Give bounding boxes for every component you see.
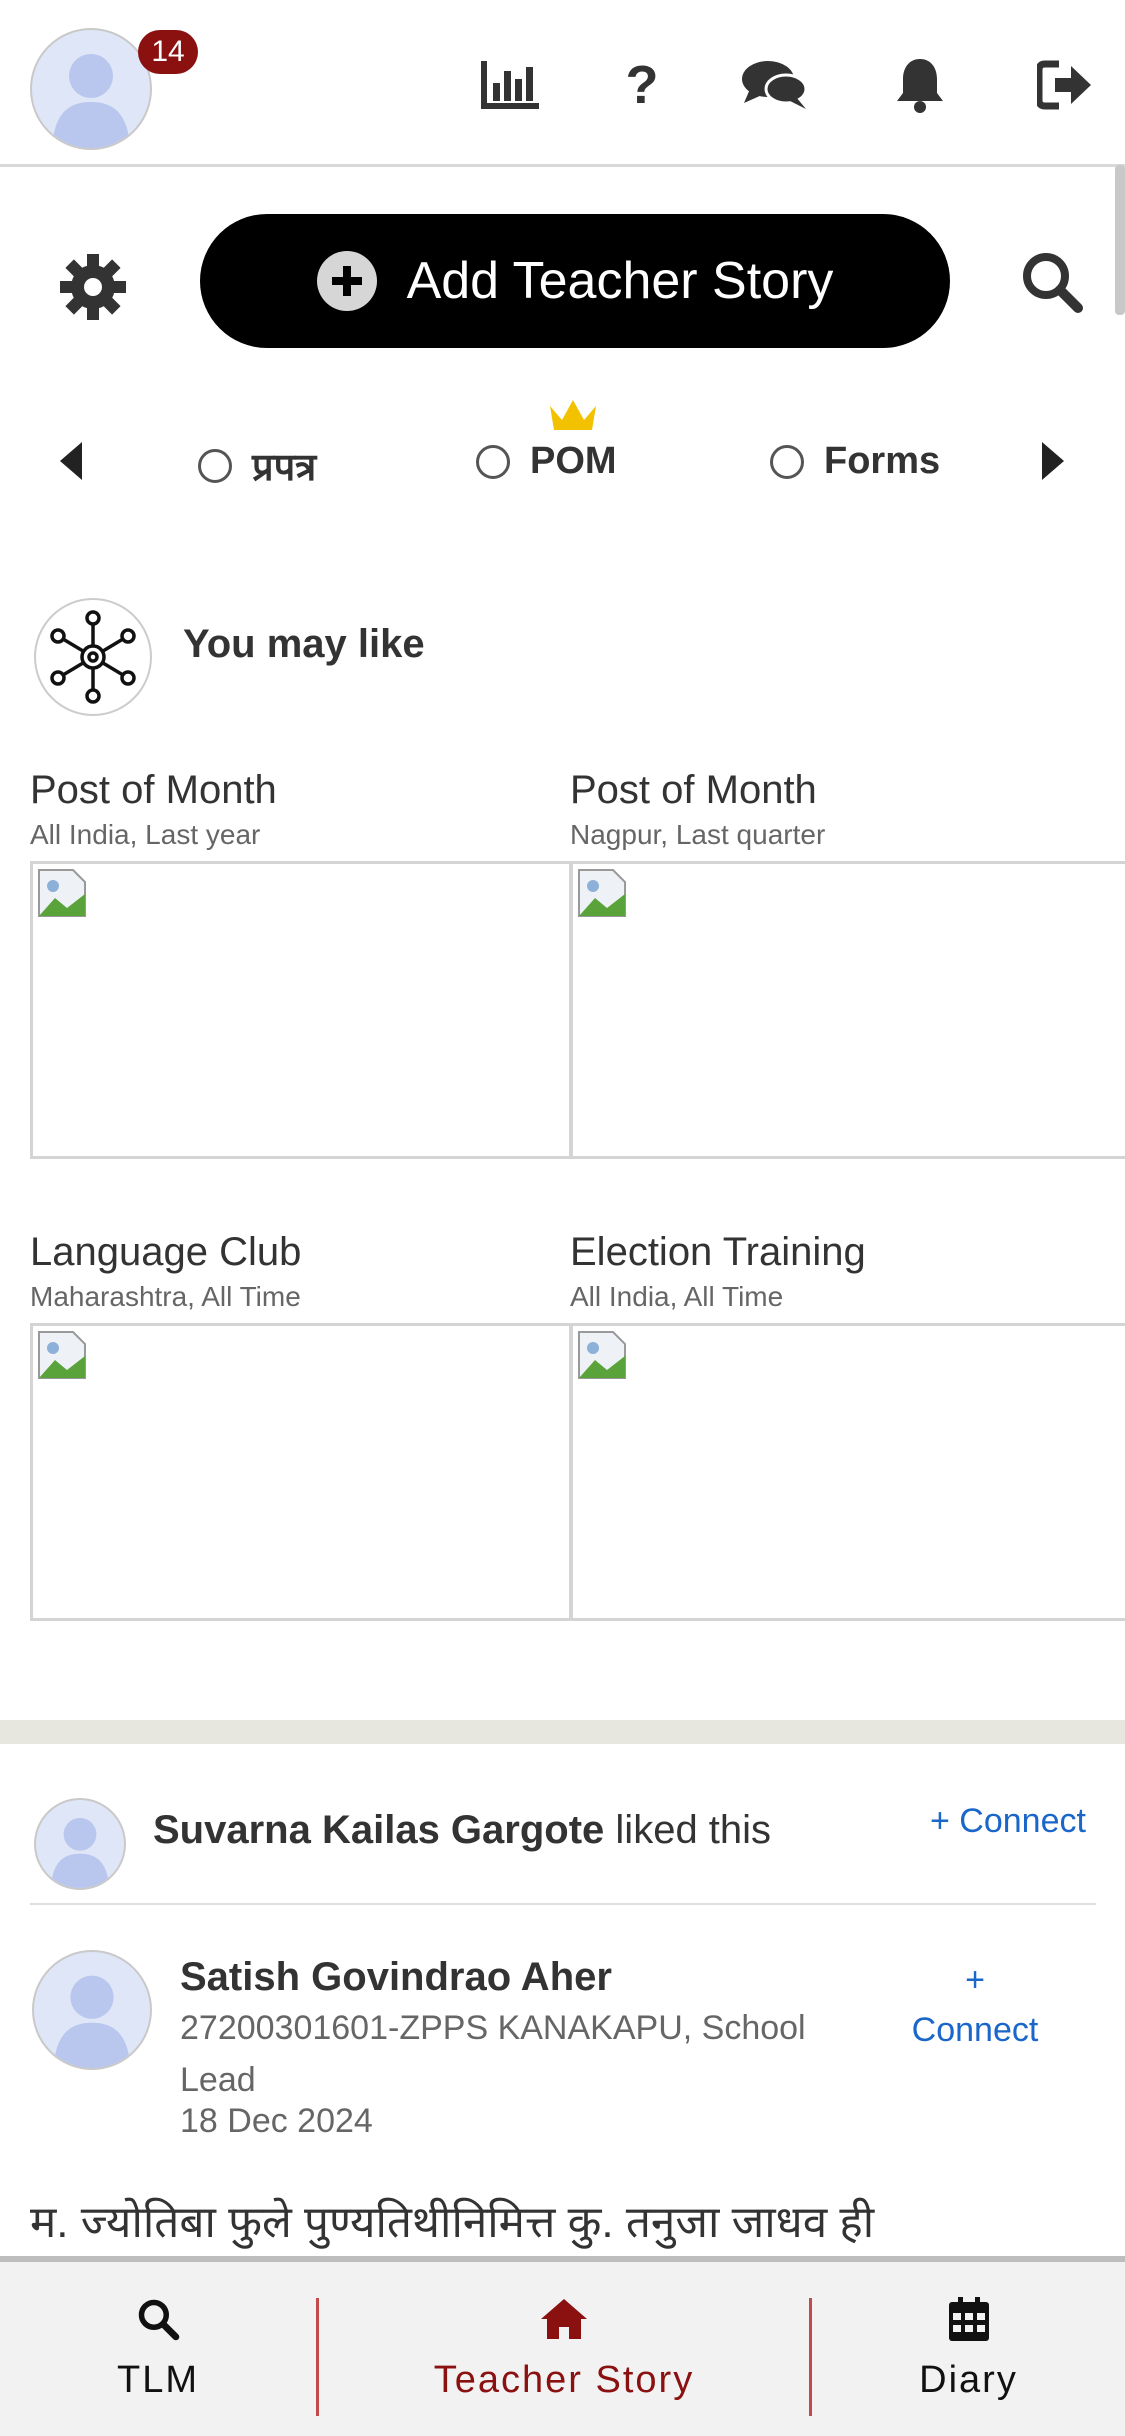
top-header: 14 ? bbox=[0, 0, 1125, 167]
chat-icon[interactable] bbox=[740, 50, 810, 120]
card-language-club[interactable]: Language Club Maharashtra, All Time bbox=[30, 1230, 572, 1621]
card-image[interactable] bbox=[570, 861, 1125, 1159]
author-avatar[interactable] bbox=[32, 1950, 152, 2070]
section-divider bbox=[0, 1720, 1125, 1744]
tab-pom[interactable]: POM bbox=[476, 440, 617, 483]
broken-image-icon bbox=[578, 869, 626, 917]
calendar-icon bbox=[948, 2296, 989, 2341]
card-image[interactable] bbox=[30, 1323, 572, 1621]
user-silhouette-icon bbox=[52, 54, 130, 148]
bottom-navigation: TLM Teacher Story Diary bbox=[0, 2256, 1125, 2436]
tab-radio[interactable] bbox=[770, 444, 804, 479]
tab-label: प्रपत्र bbox=[252, 447, 317, 489]
card-subtitle: Maharashtra, All Time bbox=[30, 1281, 301, 1312]
school-line: 27200301601-ZPPS KANAKAPU, School bbox=[180, 2009, 806, 2047]
card-post-of-month-all-india[interactable]: Post of Month All India, Last year bbox=[30, 768, 572, 1159]
scrollbar-thumb[interactable] bbox=[1115, 165, 1125, 315]
card-image[interactable] bbox=[570, 1323, 1125, 1621]
post-author-school: 27200301601-ZPPS KANAKAPU, School Lead bbox=[180, 2002, 880, 2106]
card-subtitle: All India, All Time bbox=[570, 1281, 784, 1312]
author-connect-link[interactable]: + Connect bbox=[905, 1955, 1045, 2055]
tab-prapatra[interactable]: प्रपत्र bbox=[198, 440, 316, 492]
tab-forms[interactable]: Forms bbox=[770, 440, 940, 483]
add-teacher-story-label: Add Teacher Story bbox=[406, 252, 834, 310]
card-subtitle: Nagpur, Last quarter bbox=[570, 819, 826, 850]
user-silhouette-icon bbox=[50, 1817, 110, 1888]
plus-circle-icon bbox=[316, 251, 377, 311]
card-title: Post of Month bbox=[30, 768, 277, 812]
logout-icon[interactable] bbox=[1030, 50, 1100, 120]
role-line: Lead bbox=[180, 2061, 256, 2099]
liker-line: Suvarna Kailas Gargote liked this bbox=[153, 1808, 771, 1853]
card-subtitle: All India, Last year bbox=[30, 819, 261, 850]
post-text: म. ज्योतिबा फुले पुण्यतिथीनिमित्त कु. तन… bbox=[30, 2198, 875, 2247]
card-title: Post of Month bbox=[570, 768, 817, 812]
feed-separator bbox=[30, 1903, 1096, 1905]
connect-plus: + bbox=[965, 1961, 985, 1999]
card-image[interactable] bbox=[30, 861, 572, 1159]
card-title: Election Training bbox=[570, 1230, 866, 1274]
nav-diary[interactable]: Diary bbox=[812, 2262, 1125, 2436]
post-author-name[interactable]: Satish Govindrao Aher bbox=[180, 1955, 612, 2000]
liker-avatar[interactable] bbox=[34, 1798, 126, 1890]
card-post-of-month-nagpur[interactable]: Post of Month Nagpur, Last quarter bbox=[570, 768, 1125, 1159]
notification-badge: 14 bbox=[138, 30, 198, 74]
tab-label: Forms bbox=[824, 440, 941, 482]
tabs-prev-arrow-icon[interactable] bbox=[58, 440, 84, 487]
nav-label: Diary bbox=[919, 2358, 1018, 2401]
nav-label: Teacher Story bbox=[433, 2358, 695, 2401]
crown-icon bbox=[548, 396, 598, 439]
post-date: 18 Dec 2024 bbox=[180, 2102, 373, 2140]
broken-image-icon bbox=[38, 1331, 86, 1379]
help-question-icon[interactable]: ? bbox=[607, 50, 677, 120]
add-teacher-story-button[interactable]: Add Teacher Story bbox=[200, 214, 950, 348]
home-icon bbox=[541, 2298, 587, 2339]
tab-radio[interactable] bbox=[198, 449, 232, 483]
search-icon[interactable] bbox=[1020, 250, 1084, 314]
profile-avatar[interactable] bbox=[30, 28, 152, 150]
tab-label: POM bbox=[530, 440, 617, 482]
nav-teacher-story[interactable]: Teacher Story bbox=[319, 2262, 809, 2436]
nav-label: TLM bbox=[117, 2358, 199, 2401]
network-hub-icon bbox=[34, 598, 152, 716]
tabs-next-arrow-icon[interactable] bbox=[1040, 440, 1066, 487]
search-icon bbox=[138, 2299, 180, 2340]
bell-icon[interactable] bbox=[885, 50, 955, 120]
liker-connect-link[interactable]: + Connect bbox=[930, 1802, 1086, 1841]
user-silhouette-icon bbox=[53, 1975, 131, 2068]
nav-tlm[interactable]: TLM bbox=[0, 2262, 316, 2436]
stats-chart-icon[interactable] bbox=[475, 50, 545, 120]
liker-name[interactable]: Suvarna Kailas Gargote bbox=[153, 1808, 604, 1852]
card-title: Language Club bbox=[30, 1230, 302, 1274]
broken-image-icon bbox=[578, 1331, 626, 1379]
gear-icon[interactable] bbox=[58, 252, 128, 322]
liker-action: liked this bbox=[615, 1808, 772, 1852]
card-election-training[interactable]: Election Training All India, All Time bbox=[570, 1230, 1125, 1621]
you-may-like-heading: You may like bbox=[183, 622, 425, 666]
connect-label: Connect bbox=[911, 2011, 1039, 2049]
broken-image-icon bbox=[38, 869, 86, 917]
tab-radio[interactable] bbox=[476, 444, 510, 479]
